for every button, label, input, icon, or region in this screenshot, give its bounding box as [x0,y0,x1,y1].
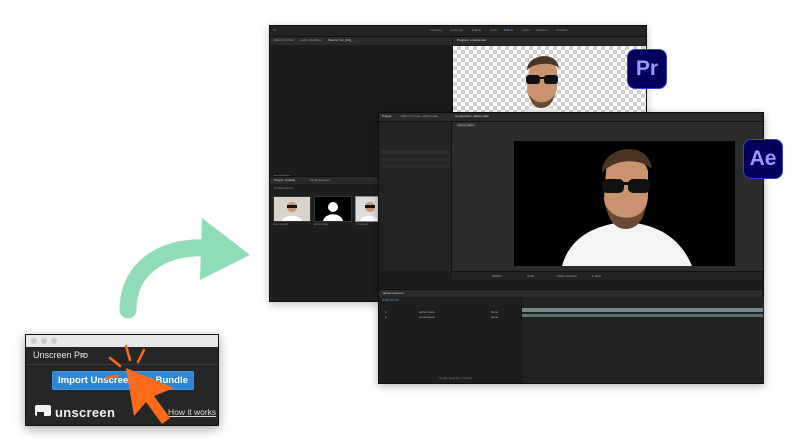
workspace-tab[interactable]: Color [490,28,497,32]
tab-program[interactable]: Program: unscreened [457,38,486,42]
layer-name[interactable]: unscreened [419,315,435,319]
layer-name[interactable]: alpha matte [419,310,435,314]
subject-on-black [562,148,692,266]
tab-timeline[interactable]: alpha unscreen [383,291,404,295]
zoom-select[interactable]: (100%) [492,274,502,278]
tab-media-browser[interactable]: Media Browser [310,178,330,182]
workspace-tab[interactable]: Libraries [556,28,568,32]
tab-composition[interactable]: Composition: alpha matte [455,114,489,118]
close-dot-icon[interactable] [31,338,37,344]
layer-mode[interactable]: None [491,310,498,314]
ae-project-row[interactable] [381,164,449,168]
thumbnail-alpha-matte[interactable] [314,196,352,222]
tab-ae-project[interactable]: Project [382,114,391,118]
layer-track-bar[interactable] [522,308,763,312]
timeline-timecode[interactable]: 0:00:00:00 [382,298,399,302]
tab-effect-controls[interactable]: Effect Controls [274,38,294,42]
ae-search-input[interactable] [381,150,449,154]
hamburger-icon[interactable]: ≡ [80,350,85,360]
ae-project-row[interactable] [381,158,449,162]
ae-project-panel [379,122,452,271]
project-bin: Untitled.prproj unscreened alpha matte U… [270,184,380,301]
workspace-tab[interactable]: Assembly [450,28,463,32]
layer-track-bar[interactable] [522,314,763,317]
thumbnail-unscreen[interactable] [355,196,380,222]
layer-mode[interactable]: None [491,315,498,319]
project-file-name: Untitled.prproj [274,186,293,190]
thumbnail-unscreened[interactable] [273,196,311,222]
workspace-tab[interactable]: Effects [504,28,513,32]
premiere-workspace-bar: ⌂ Learning Assembly Editing Color Effect… [270,26,646,37]
thumbnail-label: alpha matte [314,222,329,226]
maximize-dot-icon[interactable] [51,338,57,344]
tab-project[interactable]: Project: Untitled [274,178,295,182]
comp-subtab[interactable]: alpha matte [456,123,476,127]
premiere-home-icon[interactable]: ⌂ [273,27,276,33]
ae-panel-tabs: Project Effect Controls: alpha matte Com… [379,113,763,122]
layer-number: 1 [385,310,387,314]
composition-frame [514,141,735,266]
source-panel-tabs: Effect Controls Audio Clip Mixer Source:… [270,37,452,45]
program-panel-tabs: Program: unscreened [453,37,646,45]
composition-controls: (100%) (Full) Active Camera 1 View [452,271,763,280]
view-select[interactable]: 1 View [592,274,601,278]
mouse-cursor-icon [104,344,174,424]
tab-source[interactable]: Source: Fur_Kitty_ [328,38,353,42]
workspace-tab[interactable]: Audio [522,28,530,32]
quality-select[interactable]: (Full) [527,274,534,278]
thumbnail-label: unscreened [273,222,288,226]
layer-number: 2 [385,315,387,319]
timeline-footer[interactable]: Toggle Switches / Modes [439,376,472,380]
workspace-tab[interactable]: Learning [430,28,442,32]
tab-ae-effect-controls[interactable]: Effect Controls: alpha matte [401,114,438,118]
tab-audio-clip-mixer[interactable]: Audio Clip Mixer [300,38,322,42]
minimize-dot-icon[interactable] [41,338,47,344]
after-effects-logo: Ae [743,139,783,179]
workspace-tab[interactable]: Graphics [536,28,548,32]
curved-arrow-icon [119,218,250,319]
unscreen-logo-icon [35,405,51,418]
camera-select[interactable]: Active Camera [557,274,577,278]
thumbnail-label: Unscreen [356,222,368,226]
after-effects-window: Project Effect Controls: alpha matte Com… [378,112,764,384]
workspace-tab[interactable]: Editing [472,28,481,32]
premiere-pro-logo: Pr [627,49,667,89]
